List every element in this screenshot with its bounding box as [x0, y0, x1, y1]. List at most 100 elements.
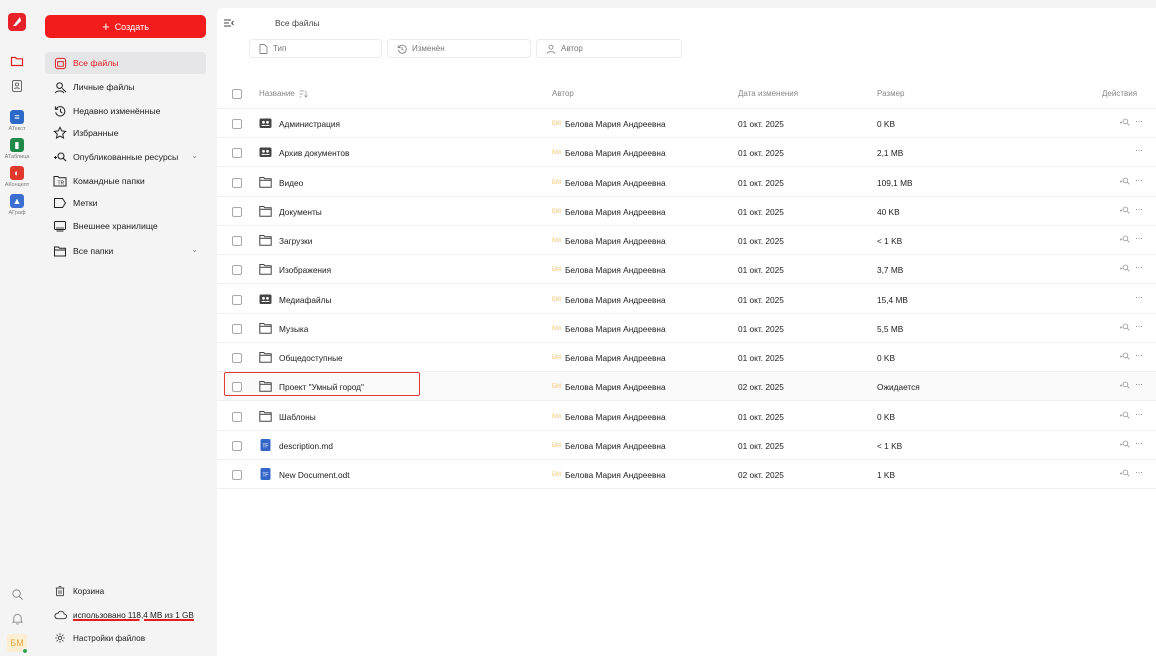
file-name[interactable]: Администрация — [279, 119, 340, 129]
file-name[interactable]: Музыка — [279, 324, 308, 334]
file-name[interactable]: Шаблоны — [279, 412, 316, 422]
file-name[interactable]: Медиафайлы — [279, 295, 331, 305]
share-icon[interactable] — [1119, 410, 1130, 421]
row-checkbox[interactable] — [232, 470, 242, 480]
file-name[interactable]: Архив документов — [279, 148, 349, 158]
sidebar-item-external-storage[interactable]: Внешнее хранилище — [45, 215, 206, 237]
share-icon[interactable] — [1119, 176, 1130, 187]
more-actions-icon[interactable]: ··· — [1135, 233, 1143, 243]
sidebar-item-team-folders[interactable]: TR Командные папки — [45, 170, 206, 192]
file-name[interactable]: description.md — [279, 441, 333, 451]
share-icon[interactable] — [1119, 234, 1130, 245]
rail-app-2[interactable]: ▮ АТаблица — [0, 138, 34, 160]
more-actions-icon[interactable]: ··· — [1135, 467, 1143, 477]
share-icon[interactable] — [1119, 439, 1130, 450]
share-icon[interactable] — [1119, 468, 1130, 479]
file-name[interactable]: Общедоступные — [279, 353, 343, 363]
sidebar-item-tags[interactable]: Метки — [45, 192, 206, 214]
sidebar-item-favorites[interactable]: Избранные — [45, 122, 206, 144]
share-icon[interactable] — [1119, 322, 1130, 333]
chevron-down-icon[interactable]: ⌄ — [191, 245, 198, 254]
more-actions-icon[interactable]: ··· — [1135, 204, 1143, 214]
table-row[interactable]: Общедоступные БМ Белова Мария Андреевна 01 … — [217, 343, 1156, 372]
more-actions-icon[interactable]: ··· — [1135, 175, 1143, 185]
sidebar-item-all-files[interactable]: Все файлы — [45, 52, 206, 74]
file-name[interactable]: Документы — [279, 207, 322, 217]
breadcrumb[interactable]: Все файлы — [275, 18, 320, 28]
filter-author[interactable]: Автор — [536, 39, 682, 58]
chevron-down-icon[interactable]: ⌄ — [191, 151, 198, 160]
row-checkbox[interactable] — [232, 440, 242, 451]
table-row[interactable]: Проект "Умный город" БМ Белова Мария Андре… — [217, 372, 1156, 402]
file-name[interactable]: Видео — [279, 178, 303, 188]
file-name[interactable]: Проект "Умный город" — [279, 382, 364, 392]
column-date[interactable]: Дата изменения — [738, 89, 798, 98]
user-avatar[interactable]: БМ — [0, 634, 34, 654]
more-actions-icon[interactable]: ··· — [1135, 262, 1143, 272]
create-button[interactable]: + Создать — [45, 15, 206, 38]
rail-files-button[interactable] — [0, 54, 34, 68]
rail-app-3[interactable]: ◐ АКонцепт — [0, 166, 34, 188]
table-row[interactable]: Документы БМ Белова Мария Андреевна 01 окт.… — [217, 197, 1156, 226]
sidebar-item-published[interactable]: Опубликованные ресурсы ⌄ — [45, 146, 206, 168]
more-actions-icon[interactable]: ··· — [1135, 116, 1143, 126]
row-checkbox[interactable] — [232, 206, 242, 217]
share-icon[interactable] — [1119, 351, 1130, 362]
sidebar-collapse-icon[interactable] — [223, 17, 235, 29]
share-icon[interactable] — [1119, 117, 1130, 128]
more-actions-icon[interactable]: ··· — [1135, 379, 1143, 389]
table-row[interactable]: Музыка БМ Белова Мария Андреевна 01 окт. 20… — [217, 314, 1156, 343]
file-name[interactable]: Загрузки — [279, 236, 312, 246]
row-checkbox[interactable] — [232, 411, 242, 422]
rail-app-4[interactable]: ▲ АГраф — [0, 194, 34, 216]
filter-type[interactable]: Тип — [249, 39, 382, 58]
rail-search-button[interactable] — [0, 588, 34, 601]
row-checkbox[interactable] — [232, 177, 242, 188]
author-initials: БМ — [552, 267, 561, 274]
file-name[interactable]: Изображения — [279, 265, 331, 275]
column-size[interactable]: Размер — [877, 89, 905, 98]
table-row[interactable]: Видео БМ Белова Мария Андреевна 01 окт. 202… — [217, 168, 1156, 197]
more-actions-icon[interactable]: ··· — [1135, 145, 1143, 155]
table-row[interactable]: Загрузки БМ Белова Мария Андреевна 01 окт. … — [217, 226, 1156, 255]
rail-contacts-button[interactable] — [0, 79, 34, 93]
rail-app-1[interactable]: ≡ АТекст — [0, 110, 34, 132]
share-icon[interactable] — [1119, 263, 1130, 274]
row-checkbox[interactable] — [232, 265, 242, 276]
table-row[interactable]: Медиафайлы БМ Белова Мария Андреевна 01 окт… — [217, 285, 1156, 314]
file-name[interactable]: New Document.odt — [279, 470, 350, 480]
table-row[interactable]: T F description.md БМ Белова Мария Андреевна… — [217, 431, 1156, 460]
table-row[interactable]: Администрация БМ Белова Мария Андреевна 01 … — [217, 109, 1156, 138]
trash-link[interactable]: Корзина — [53, 584, 104, 598]
table-row[interactable]: Архив документов БМ Белова Мария Андреевна… — [217, 138, 1156, 168]
share-icon[interactable] — [1119, 380, 1130, 391]
column-author[interactable]: Автор — [552, 89, 574, 98]
author-name: Белова Мария Андреевна — [564, 411, 666, 422]
sidebar-item-recent[interactable]: Недавно изменённые — [45, 100, 206, 122]
row-checkbox[interactable] — [232, 119, 242, 129]
more-actions-icon[interactable]: ··· — [1135, 409, 1143, 419]
sidebar-item-all-folders[interactable]: Все папки ⌄ — [45, 240, 206, 262]
app-logo-icon[interactable] — [7, 12, 27, 32]
row-checkbox[interactable] — [232, 148, 242, 159]
row-checkbox[interactable] — [232, 323, 242, 334]
share-icon[interactable] — [1119, 205, 1130, 216]
more-actions-icon[interactable]: ··· — [1135, 321, 1143, 331]
author-name: Белова Мария Андреевна — [564, 294, 666, 305]
row-checkbox[interactable] — [232, 236, 242, 246]
more-actions-icon[interactable]: ··· — [1135, 438, 1143, 448]
row-checkbox[interactable] — [232, 294, 242, 305]
row-checkbox[interactable] — [232, 382, 242, 393]
select-all-checkbox[interactable] — [232, 89, 242, 99]
column-name[interactable]: Название — [259, 89, 308, 98]
file-settings-link[interactable]: Настройки файлов — [53, 631, 145, 645]
filter-modified[interactable]: Изменён — [387, 39, 531, 58]
table-row[interactable]: T F New Document.odt БМ Белова Мария Андреев… — [217, 460, 1156, 489]
sidebar-item-personal-files[interactable]: Личные файлы — [45, 76, 206, 98]
rail-notifications-button[interactable] — [0, 612, 34, 625]
row-checkbox[interactable] — [232, 353, 242, 363]
table-row[interactable]: Изображения БМ Белова Мария Андреевна 01 ок… — [217, 255, 1156, 285]
table-row[interactable]: Шаблоны БМ Белова Мария Андреевна 01 окт. 2… — [217, 402, 1156, 431]
more-actions-icon[interactable]: ··· — [1135, 292, 1143, 302]
more-actions-icon[interactable]: ··· — [1135, 350, 1143, 360]
